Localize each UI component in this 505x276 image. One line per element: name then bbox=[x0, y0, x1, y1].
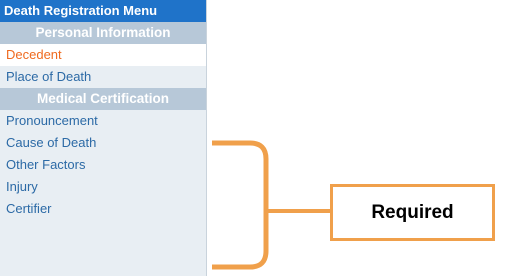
menu-item-certifier[interactable]: Certifier bbox=[0, 198, 206, 220]
menu-item-other-factors[interactable]: Other Factors bbox=[0, 154, 206, 176]
section-header-medical-certification: Medical Certification bbox=[0, 88, 206, 110]
required-callout: Required bbox=[330, 184, 495, 241]
menu-item-decedent[interactable]: Decedent bbox=[0, 44, 206, 66]
menu-item-pronouncement[interactable]: Pronouncement bbox=[0, 110, 206, 132]
menu-item-injury[interactable]: Injury bbox=[0, 176, 206, 198]
section-header-personal-information: Personal Information bbox=[0, 22, 206, 44]
callout-connector bbox=[268, 209, 330, 213]
death-registration-menu: Death Registration Menu Personal Informa… bbox=[0, 0, 207, 276]
required-label: Required bbox=[371, 201, 454, 223]
menu-item-cause-of-death[interactable]: Cause of Death bbox=[0, 132, 206, 154]
menu-title: Death Registration Menu bbox=[0, 0, 206, 22]
required-bracket bbox=[212, 140, 269, 270]
menu-item-place-of-death[interactable]: Place of Death bbox=[0, 66, 206, 88]
